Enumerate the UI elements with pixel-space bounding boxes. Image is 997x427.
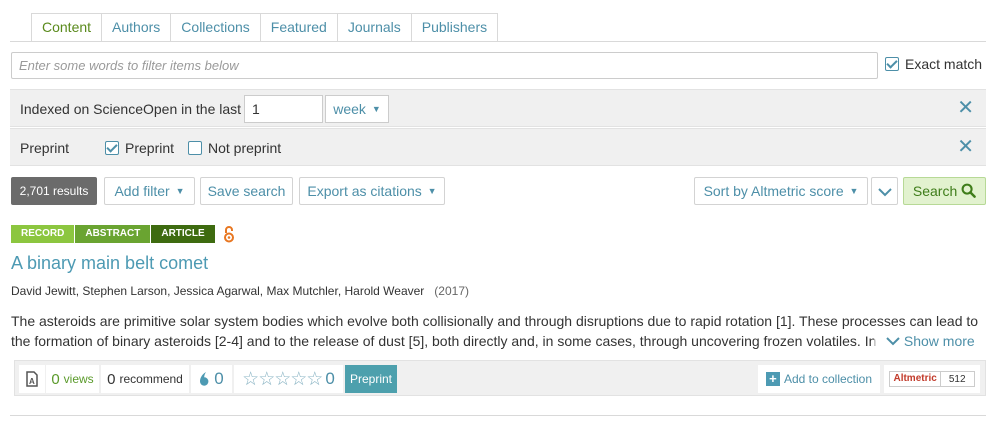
recommend-button[interactable]: 0 recommend [101,365,189,393]
export-citations-button[interactable]: Export as citations ▼ [299,177,445,205]
show-more-link[interactable]: Show more [874,331,985,351]
chevron-down-icon [877,188,892,197]
badge-article: ARTICLE [151,225,215,243]
badge-record: RECORD [11,225,75,243]
rating-widget[interactable]: ☆☆☆☆☆ 0 [234,365,343,393]
sort-dropdown[interactable]: Sort by Altmetric score ▼ [694,177,868,205]
tab-featured[interactable]: Featured [260,13,338,42]
caret-down-icon: ▼ [371,104,381,114]
document-icon-button[interactable]: A [19,365,45,393]
indexed-filter-row: Indexed on ScienceOpen in the last week … [10,89,986,127]
record-abstract: The asteroids are primitive solar system… [11,313,979,349]
chevron-down-icon [886,337,900,346]
record-title[interactable]: A binary main belt comet [11,253,208,274]
record-authors: David Jewitt, Stephen Larson, Jessica Ag… [11,284,469,298]
not-preprint-option-label: Not preprint [208,140,282,156]
search-icon [961,183,976,198]
export-label: Export as citations [307,183,422,199]
caret-down-icon: ▼ [427,186,437,196]
record-action-bar: A 0 views 0 recommend 0 ☆☆☆☆☆ 0 Preprint… [14,360,986,396]
tab-bar: Content Authors Collections Featured Jou… [31,13,499,42]
close-icon[interactable]: ✕ [957,137,974,157]
comment-icon [200,372,209,386]
sort-label: Sort by Altmetric score [703,183,844,199]
search-label: Search [912,183,958,199]
sort-direction-button[interactable] [871,177,898,205]
caret-down-icon: ▼ [849,186,859,196]
preprint-option[interactable]: Preprint [105,140,174,156]
tab-collections[interactable]: Collections [171,13,261,42]
authors-list[interactable]: David Jewitt, Stephen Larson, Jessica Ag… [11,284,424,298]
altmetric-box: Altmetric 512 [889,371,975,387]
filter-input[interactable] [11,52,878,79]
svg-text:A: A [29,377,35,386]
comments-button[interactable]: 0 [191,365,232,393]
not-preprint-checkbox[interactable] [188,141,202,155]
views-label: views [63,372,94,386]
altmetric-score: 512 [948,373,966,385]
search-button[interactable]: Search [903,177,986,205]
record-badges: RECORD ABSTRACT ARTICLE [11,225,235,243]
add-collection-label: Add to collection [783,372,873,386]
document-icon: A [26,371,38,387]
results-count: 2,701 results [11,177,97,205]
altmetric-badge[interactable]: Altmetric 512 [884,365,980,393]
recommend-label: recommend [119,372,183,386]
add-filter-label: Add filter [114,183,170,199]
views-counter: 0 views [46,365,99,393]
tab-journals[interactable]: Journals [337,13,412,42]
tab-authors[interactable]: Authors [102,13,172,42]
period-value: week [333,101,366,117]
tab-publishers[interactable]: Publishers [411,13,499,42]
rating-count: 0 [325,369,335,388]
record-divider [10,415,986,416]
preprint-filter-row: Preprint Preprint Not preprint ✕ [10,128,986,166]
add-to-collection-button[interactable]: + Add to collection [758,365,880,393]
indexed-filter-label: Indexed on ScienceOpen in the last [20,101,242,117]
exact-match-toggle[interactable]: Exact match [885,56,982,72]
comments-count: 0 [214,369,224,388]
altmetric-logo: Altmetric [890,372,941,386]
recommend-count: 0 [107,370,116,388]
open-lock-icon [223,226,234,243]
plus-icon: + [765,372,780,386]
views-count: 0 [51,370,60,388]
period-dropdown[interactable]: week ▼ [325,95,389,123]
preprint-checkbox[interactable] [105,141,119,155]
star-rating-icon[interactable]: ☆☆☆☆☆ [242,368,323,391]
save-search-button[interactable]: Save search [200,177,293,205]
exact-match-checkbox[interactable] [885,57,899,71]
preprint-filter-label: Preprint [20,140,70,156]
tab-content[interactable]: Content [31,13,103,42]
not-preprint-option[interactable]: Not preprint [188,140,281,156]
indexed-amount-input[interactable] [244,95,323,123]
show-more-label: Show more [903,333,975,349]
add-filter-button[interactable]: Add filter ▼ [104,177,195,205]
close-icon[interactable]: ✕ [957,98,974,118]
caret-down-icon: ▼ [175,186,185,196]
tabs-divider [10,41,986,42]
exact-match-label: Exact match [905,56,983,72]
badge-abstract: ABSTRACT [75,225,151,243]
preprint-tag[interactable]: Preprint [345,365,397,393]
record-year: (2017) [434,284,469,298]
preprint-option-label: Preprint [125,140,175,156]
